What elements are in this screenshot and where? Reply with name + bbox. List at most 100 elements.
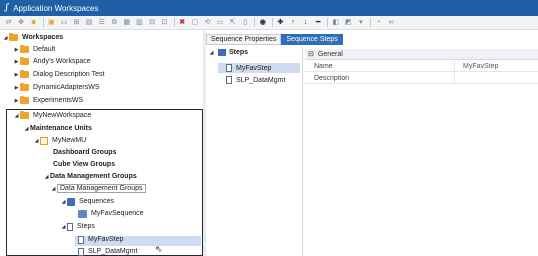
step-icon: [78, 247, 84, 256]
toolbar-separator: [370, 18, 372, 27]
tree-item-label: MyNewMU: [52, 137, 87, 144]
window-title: Application Workspaces: [13, 3, 99, 13]
expanded-arrow-icon[interactable]: ◢: [33, 138, 40, 144]
sheet-copy-icon[interactable]: ⊡: [159, 17, 170, 28]
steps-header[interactable]: ◢ Steps: [208, 49, 248, 56]
undo-icon[interactable]: ⟲: [202, 17, 213, 28]
maintenance-unit-icon: [40, 136, 48, 145]
steps-list-item-label: MyFavStep: [236, 64, 272, 72]
save-as-icon[interactable]: ▭: [215, 17, 226, 28]
move-icon[interactable]: ✥: [16, 17, 27, 28]
save-icon[interactable]: ▢: [189, 17, 200, 28]
chevron-down-icon[interactable]: ▾: [355, 17, 366, 28]
collapse-box-icon[interactable]: ⊟: [308, 50, 314, 58]
tree-item-default[interactable]: ▶ Default: [13, 44, 55, 55]
property-value-field[interactable]: [455, 73, 538, 83]
view-icon[interactable]: ◉: [257, 17, 268, 28]
tree-item-label: Workspaces: [22, 34, 64, 41]
expanded-arrow-icon[interactable]: ◢: [60, 199, 67, 205]
property-grid: ⊟ General Name MyFavStep Description: [305, 47, 538, 256]
property-row-description[interactable]: Description: [305, 73, 538, 84]
folder-add-icon[interactable]: ⊞: [71, 17, 82, 28]
tree-item-label: Sequences: [79, 198, 115, 205]
expanded-arrow-icon[interactable]: ◢: [23, 126, 30, 132]
tab-sequence-properties[interactable]: Sequence Properties: [206, 34, 282, 45]
app-logo-icon: ∫: [4, 3, 10, 13]
export-icon[interactable]: ⇱: [227, 17, 238, 28]
grid-icon[interactable]: ▦: [121, 17, 132, 28]
folder-icon: [9, 32, 18, 41]
expanded-arrow-icon[interactable]: ◢: [208, 50, 215, 56]
tree-item-label: DynamicAdaptersWS: [33, 84, 100, 91]
tab-strip: Sequence Properties Sequence Steps: [206, 34, 343, 45]
tree-item-sequences[interactable]: ◢ Sequences: [60, 196, 114, 207]
tree-item-data-management-groups-edit[interactable]: ◢ Data Management Groups: [50, 183, 146, 194]
tree-item-label: Dialog Description Test: [33, 71, 105, 78]
tree-item-dashboard-groups[interactable]: Dashboard Groups: [53, 147, 116, 158]
tree-item-mynewmu[interactable]: ◢ MyNewMU: [33, 135, 86, 146]
tree-item-maintenance-units[interactable]: ◢ Maintenance Units: [23, 123, 92, 134]
copy-icon[interactable]: ⧉: [109, 17, 120, 28]
link-icon[interactable]: ∞: [386, 17, 397, 28]
folder-icon: [20, 69, 29, 78]
format-icon[interactable]: ◧: [330, 17, 341, 28]
tree-item-slp-datamgmt[interactable]: SLP_DataMgmt: [78, 246, 137, 256]
tree-item-data-management-groups[interactable]: ◢ Data Management Groups: [43, 171, 137, 182]
tree-item-dialog-description-test[interactable]: ▶ Dialog Description Test: [13, 69, 104, 80]
tree-item-experiments[interactable]: ▶ ExperimentsWS: [13, 95, 83, 106]
list-icon[interactable]: ☰: [96, 17, 107, 28]
swap-icon[interactable]: ⇄: [3, 17, 14, 28]
workspace-icon[interactable]: ▣: [46, 17, 57, 28]
sequence-icon: [78, 209, 87, 218]
tree-item-steps[interactable]: ◢ Steps: [60, 221, 95, 232]
folder-icon: [20, 95, 29, 104]
step-icon: [78, 235, 84, 244]
toolbar: ⇄ ✥ ☻ ▣ ▭ ⊞ ▤ ☰ ⧉ ▦ ▥ ⊟ ⊡ ✖ ▢ ⟲ ▭ ⇱ ▯ ◉ …: [0, 16, 538, 30]
property-name: Name: [305, 61, 455, 71]
ruler-icon[interactable]: ◔: [373, 17, 384, 28]
tree-item-cube-view-groups[interactable]: Cube View Groups: [53, 159, 115, 170]
tab-sequence-steps[interactable]: Sequence Steps: [281, 34, 343, 45]
user-icon[interactable]: ☻: [28, 17, 39, 28]
delete-icon[interactable]: ✖: [177, 17, 188, 28]
mouse-cursor-icon: ⇖: [155, 244, 163, 254]
cube-icon[interactable]: ◩: [343, 17, 354, 28]
expanded-arrow-icon[interactable]: ◢: [60, 224, 67, 230]
folder-icon: [20, 56, 29, 65]
property-group-general[interactable]: ⊟ General: [305, 49, 538, 60]
tree-item-mynewworkspace[interactable]: ◢ MyNewWorkspace: [13, 110, 91, 121]
title-bar: ∫ Application Workspaces: [0, 0, 538, 16]
expanded-arrow-icon[interactable]: ◢: [50, 186, 57, 192]
filter-icon[interactable]: ▥: [134, 17, 145, 28]
minus-icon[interactable]: ━: [313, 17, 324, 28]
steps-list-item[interactable]: MyFavStep: [218, 63, 300, 73]
collapsed-arrow-icon[interactable]: ▶: [13, 85, 20, 91]
collapsed-arrow-icon[interactable]: ▶: [13, 98, 20, 104]
steps-folder-icon: [218, 49, 226, 56]
step-icon: [226, 76, 232, 84]
collapsed-arrow-icon[interactable]: ▶: [13, 72, 20, 78]
document-icon[interactable]: ▤: [84, 17, 95, 28]
expanded-arrow-icon[interactable]: ◢: [2, 35, 9, 41]
property-name: Description: [305, 73, 455, 83]
property-value-field[interactable]: MyFavStep: [455, 61, 538, 71]
folder-icon[interactable]: ▭: [58, 17, 69, 28]
steps-list-item[interactable]: SLP_DataMgmt: [218, 75, 300, 85]
expanded-arrow-icon[interactable]: ◢: [13, 113, 20, 119]
clipboard-icon[interactable]: ▯: [240, 17, 251, 28]
tree-item-andys-workspace[interactable]: ▶ Andy's Workspace: [13, 56, 91, 67]
tree-item-myfavsequence[interactable]: MyFavSequence: [78, 208, 144, 219]
collapsed-arrow-icon[interactable]: ▶: [13, 59, 20, 65]
tree-item-rename-field[interactable]: Data Management Groups: [57, 184, 146, 193]
arrow-up-icon[interactable]: ↑: [287, 17, 298, 28]
property-row-name[interactable]: Name MyFavStep: [305, 61, 538, 72]
add-icon[interactable]: ✚: [275, 17, 286, 28]
tree-item-label: ExperimentsWS: [33, 97, 84, 104]
sheet-icon[interactable]: ⊟: [147, 17, 158, 28]
arrow-down-icon[interactable]: ↓: [300, 17, 311, 28]
collapsed-arrow-icon[interactable]: ▶: [13, 47, 20, 53]
tree-item-dynamic-adapters[interactable]: ▶ DynamicAdaptersWS: [13, 82, 100, 93]
expanded-arrow-icon[interactable]: ◢: [43, 174, 50, 180]
tree-item-myfavstep[interactable]: MyFavStep: [78, 234, 123, 245]
tree-item-workspaces[interactable]: ◢ Workspaces: [2, 32, 63, 43]
